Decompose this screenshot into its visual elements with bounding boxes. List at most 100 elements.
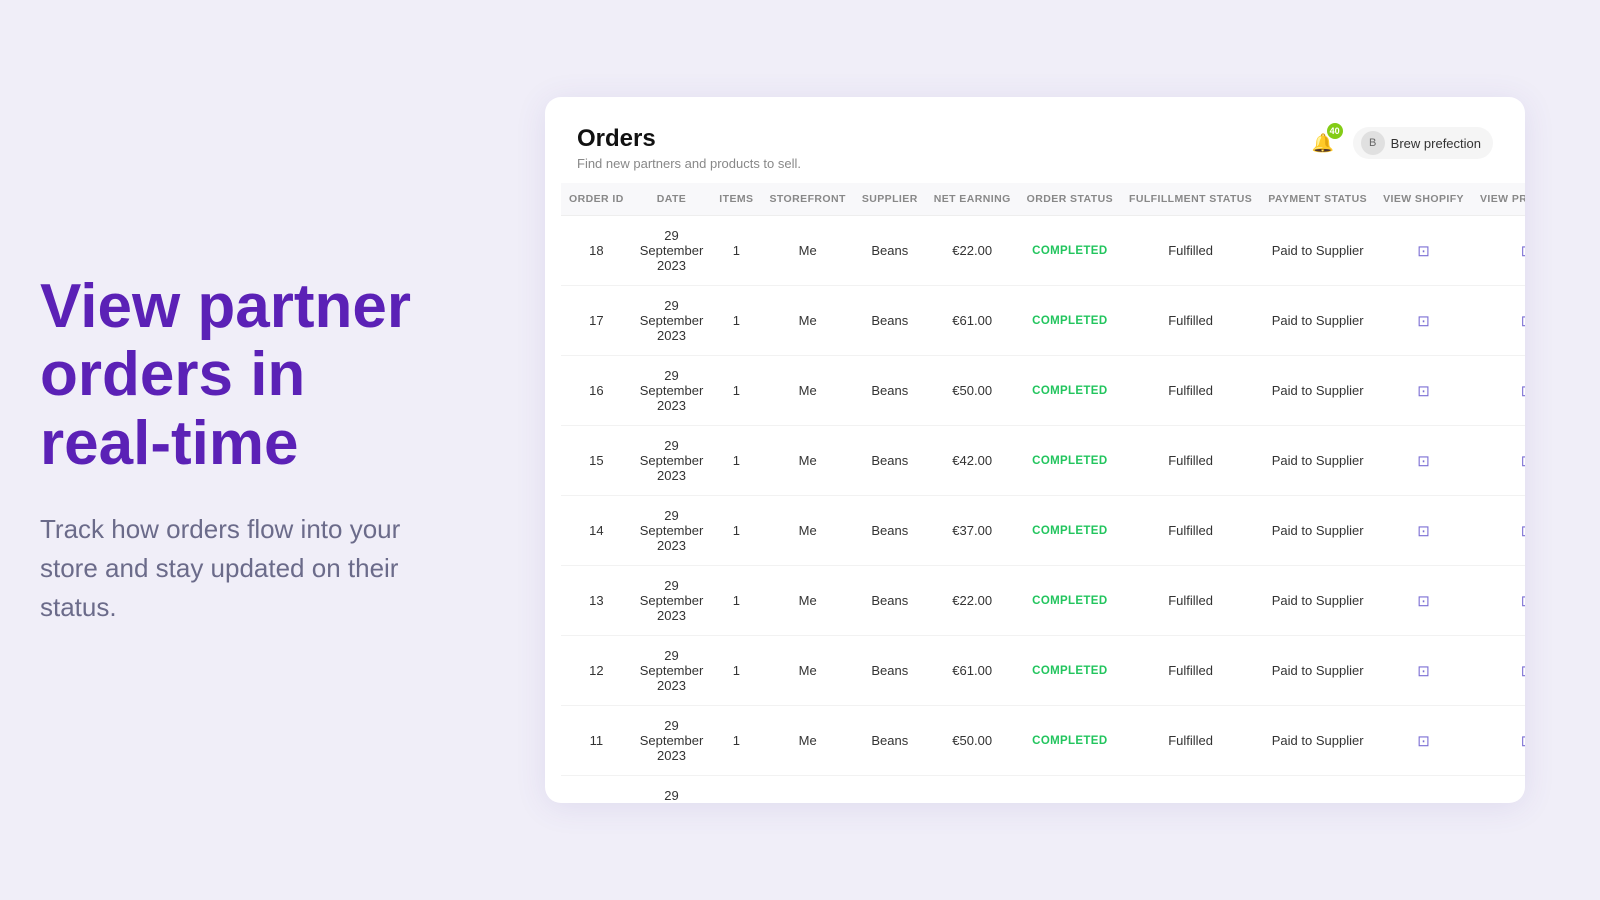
table-row: 1229 September 20231MeBeans€61.00COMPLET…	[561, 636, 1525, 706]
cell-id: 13	[561, 566, 632, 636]
orders-card: Orders Find new partners and products to…	[545, 97, 1525, 803]
cell-fulfillment: Fulfilled	[1121, 636, 1260, 706]
cell-supplier: Beans	[854, 496, 926, 566]
cell-view-proposal[interactable]: ⊡	[1472, 286, 1525, 356]
cell-earning: €61.00	[926, 636, 1019, 706]
cell-storefront: Me	[761, 706, 853, 776]
cell-date: 29 September 2023	[632, 286, 712, 356]
cell-view-proposal[interactable]: ⊡	[1472, 496, 1525, 566]
cell-view-proposal[interactable]: ⊡	[1472, 636, 1525, 706]
cell-earning: €42.00	[926, 776, 1019, 804]
cell-storefront: Me	[761, 566, 853, 636]
cell-view-proposal[interactable]: ⊡	[1472, 216, 1525, 286]
cell-id: 18	[561, 216, 632, 286]
notification-button[interactable]: 🔔 40	[1305, 125, 1341, 161]
col-date: DATE	[632, 183, 712, 216]
cell-earning: €50.00	[926, 356, 1019, 426]
cell-earning: €61.00	[926, 286, 1019, 356]
cell-items: 1	[711, 496, 761, 566]
header-left: Orders Find new partners and products to…	[577, 125, 801, 171]
cell-storefront: Me	[761, 776, 853, 804]
cell-view-shopify[interactable]: ⊡	[1375, 496, 1472, 566]
table-body: 1829 September 20231MeBeans€22.00COMPLET…	[561, 216, 1525, 804]
cell-supplier: Beans	[854, 636, 926, 706]
cell-supplier: Beans	[854, 706, 926, 776]
cell-order-status: COMPLETED	[1019, 216, 1121, 286]
cell-view-shopify[interactable]: ⊡	[1375, 356, 1472, 426]
cell-date: 29 September 2023	[632, 426, 712, 496]
cell-storefront: Me	[761, 426, 853, 496]
col-fulfillment-status: FULFILLMENT STATUS	[1121, 183, 1260, 216]
cell-view-proposal[interactable]: ⊡	[1472, 706, 1525, 776]
table-row: 1429 September 20231MeBeans€37.00COMPLET…	[561, 496, 1525, 566]
cell-view-shopify[interactable]: ⊡	[1375, 566, 1472, 636]
cell-fulfillment: Fulfilled	[1121, 706, 1260, 776]
cell-view-proposal[interactable]: ⊡	[1472, 566, 1525, 636]
avatar: B	[1361, 131, 1385, 155]
cell-payment: Paid to Supplier	[1260, 216, 1375, 286]
cell-view-shopify[interactable]: ⊡	[1375, 216, 1472, 286]
cell-date: 29 September 2023	[632, 636, 712, 706]
cell-supplier: Beans	[854, 566, 926, 636]
col-payment-status: PAYMENT STATUS	[1260, 183, 1375, 216]
cell-id: 14	[561, 496, 632, 566]
table-head: ORDER ID DATE ITEMS STOREFRONT SUPPLIER …	[561, 183, 1525, 216]
col-net-earning: NET EARNING	[926, 183, 1019, 216]
col-view-proposal: VIEW PROPOSAL	[1472, 183, 1525, 216]
cell-items: 1	[711, 566, 761, 636]
cell-storefront: Me	[761, 496, 853, 566]
cell-order-status: COMPLETED	[1019, 636, 1121, 706]
card-subtitle: Find new partners and products to sell.	[577, 156, 801, 171]
user-name: Brew prefection	[1391, 136, 1481, 151]
col-items: ITEMS	[711, 183, 761, 216]
cell-payment: Paid to Supplier	[1260, 776, 1375, 804]
user-pill[interactable]: B Brew prefection	[1353, 127, 1493, 159]
table-row: 1629 September 20231MeBeans€50.00COMPLET…	[561, 356, 1525, 426]
cell-view-proposal[interactable]: ⊡	[1472, 356, 1525, 426]
table-row: 1829 September 20231MeBeans€22.00COMPLET…	[561, 216, 1525, 286]
cell-items: 1	[711, 286, 761, 356]
cell-view-proposal[interactable]: ⊡	[1472, 776, 1525, 804]
cell-storefront: Me	[761, 356, 853, 426]
cell-fulfillment: Fulfilled	[1121, 216, 1260, 286]
cell-items: 1	[711, 426, 761, 496]
cell-storefront: Me	[761, 286, 853, 356]
cell-payment: Paid to Supplier	[1260, 496, 1375, 566]
cell-payment: Paid to Supplier	[1260, 636, 1375, 706]
cell-fulfillment: Fulfilled	[1121, 356, 1260, 426]
cell-id: 17	[561, 286, 632, 356]
table-row: 1029 September 20231MeBeans€42.00COMPLET…	[561, 776, 1525, 804]
cell-id: 15	[561, 426, 632, 496]
cell-view-shopify[interactable]: ⊡	[1375, 776, 1472, 804]
cell-supplier: Beans	[854, 356, 926, 426]
cell-fulfillment: Fulfilled	[1121, 286, 1260, 356]
cell-earning: €42.00	[926, 426, 1019, 496]
cell-date: 29 September 2023	[632, 496, 712, 566]
cell-order-status: COMPLETED	[1019, 566, 1121, 636]
cell-view-shopify[interactable]: ⊡	[1375, 706, 1472, 776]
cell-items: 1	[711, 776, 761, 804]
cell-id: 12	[561, 636, 632, 706]
subtext: Track how orders flow into your store an…	[40, 510, 440, 627]
cell-view-shopify[interactable]: ⊡	[1375, 426, 1472, 496]
cell-order-status: COMPLETED	[1019, 356, 1121, 426]
cell-id: 16	[561, 356, 632, 426]
cell-view-shopify[interactable]: ⊡	[1375, 636, 1472, 706]
cell-fulfillment: Fulfilled	[1121, 426, 1260, 496]
cell-items: 1	[711, 216, 761, 286]
table-row: 1329 September 20231MeBeans€22.00COMPLET…	[561, 566, 1525, 636]
table-header-row: ORDER ID DATE ITEMS STOREFRONT SUPPLIER …	[561, 183, 1525, 216]
cell-payment: Paid to Supplier	[1260, 356, 1375, 426]
cell-date: 29 September 2023	[632, 566, 712, 636]
cell-id: 11	[561, 706, 632, 776]
col-storefront: STOREFRONT	[761, 183, 853, 216]
cell-view-shopify[interactable]: ⊡	[1375, 286, 1472, 356]
cell-fulfillment: Fulfilled	[1121, 496, 1260, 566]
cell-view-proposal[interactable]: ⊡	[1472, 426, 1525, 496]
cell-supplier: Beans	[854, 286, 926, 356]
cell-fulfillment: Fulfilled	[1121, 566, 1260, 636]
cell-payment: Paid to Supplier	[1260, 566, 1375, 636]
header-right: 🔔 40 B Brew prefection	[1305, 125, 1493, 161]
col-order-status: ORDER STATUS	[1019, 183, 1121, 216]
col-order-id: ORDER ID	[561, 183, 632, 216]
